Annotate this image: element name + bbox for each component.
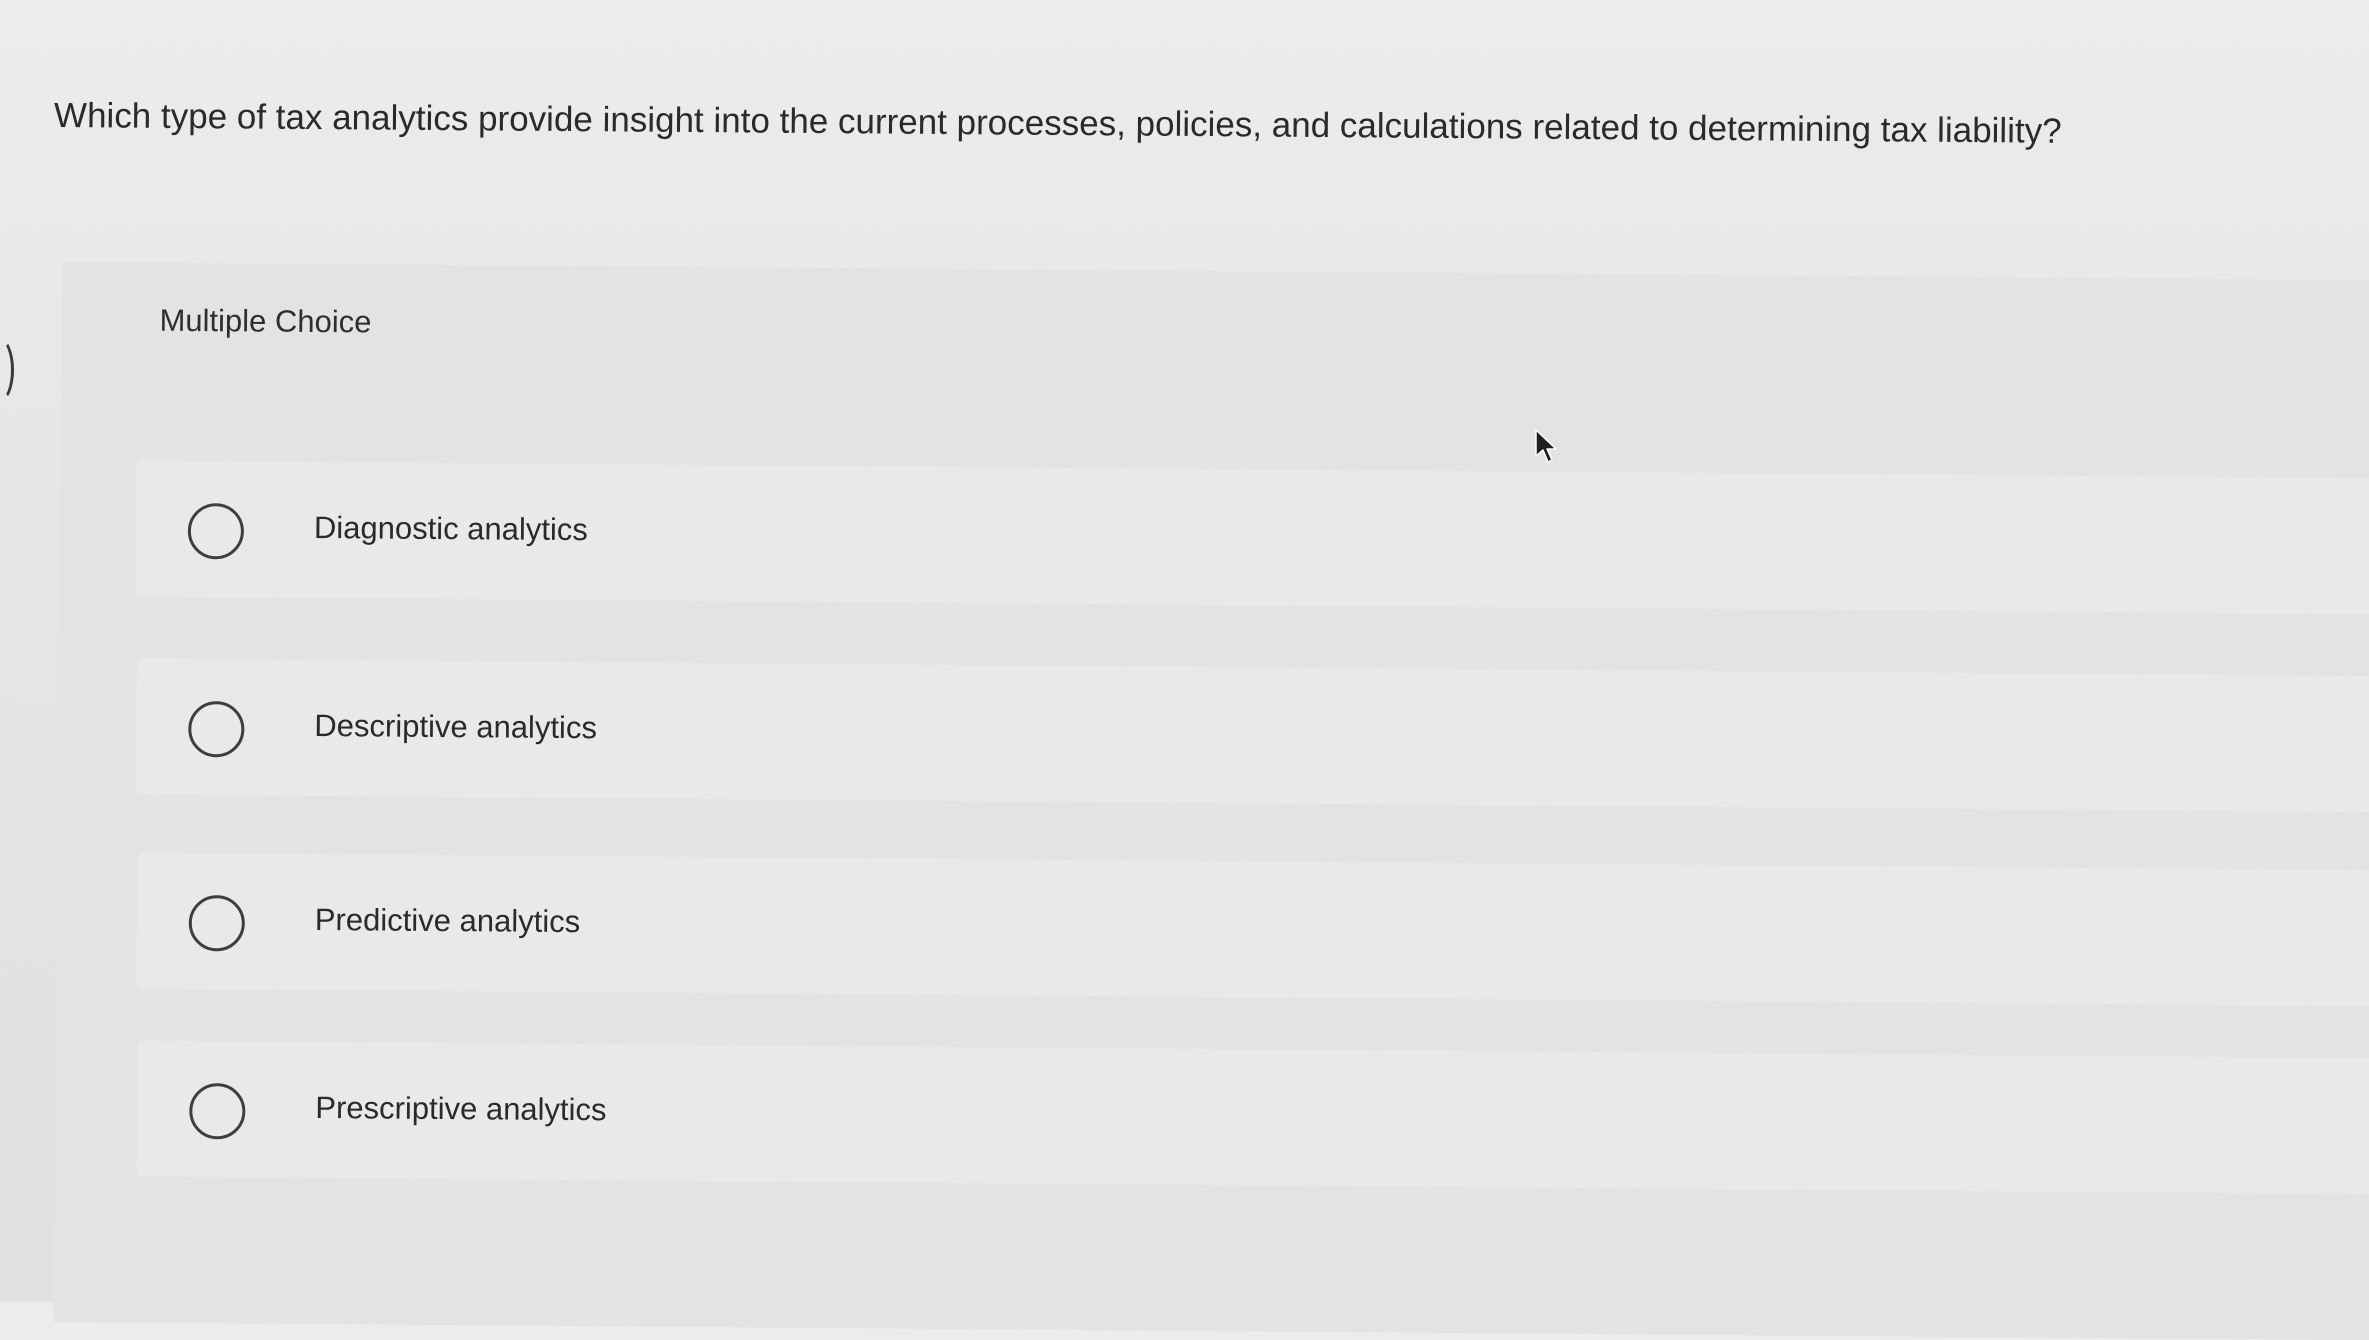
radio-unselected-icon[interactable] <box>188 701 245 758</box>
question-type-label: Multiple Choice <box>159 302 372 340</box>
radio-unselected-icon[interactable] <box>188 895 246 952</box>
choice-label[interactable]: Descriptive analytics <box>314 708 597 746</box>
choice-label[interactable]: Prescriptive analytics <box>315 1090 606 1128</box>
choice-label[interactable]: Predictive analytics <box>315 902 581 940</box>
radio-unselected-icon[interactable] <box>189 1083 246 1140</box>
multiple-choice-panel: Multiple Choice Diagnostic analytics Des… <box>53 262 2369 1340</box>
left-edge-arc <box>0 338 14 402</box>
choice-option-diagnostic[interactable]: Diagnostic analytics <box>135 460 2369 615</box>
choice-option-prescriptive[interactable]: Prescriptive analytics <box>136 1040 2369 1195</box>
mouse-pointer-icon <box>1535 429 1557 463</box>
radio-unselected-icon[interactable] <box>187 502 245 560</box>
choice-label[interactable]: Diagnostic analytics <box>314 510 588 548</box>
choice-option-descriptive[interactable]: Descriptive analytics <box>135 658 2369 813</box>
choice-option-predictive[interactable]: Predictive analytics <box>136 852 2369 1007</box>
question-text: Which type of tax analytics provide insi… <box>53 96 2062 151</box>
